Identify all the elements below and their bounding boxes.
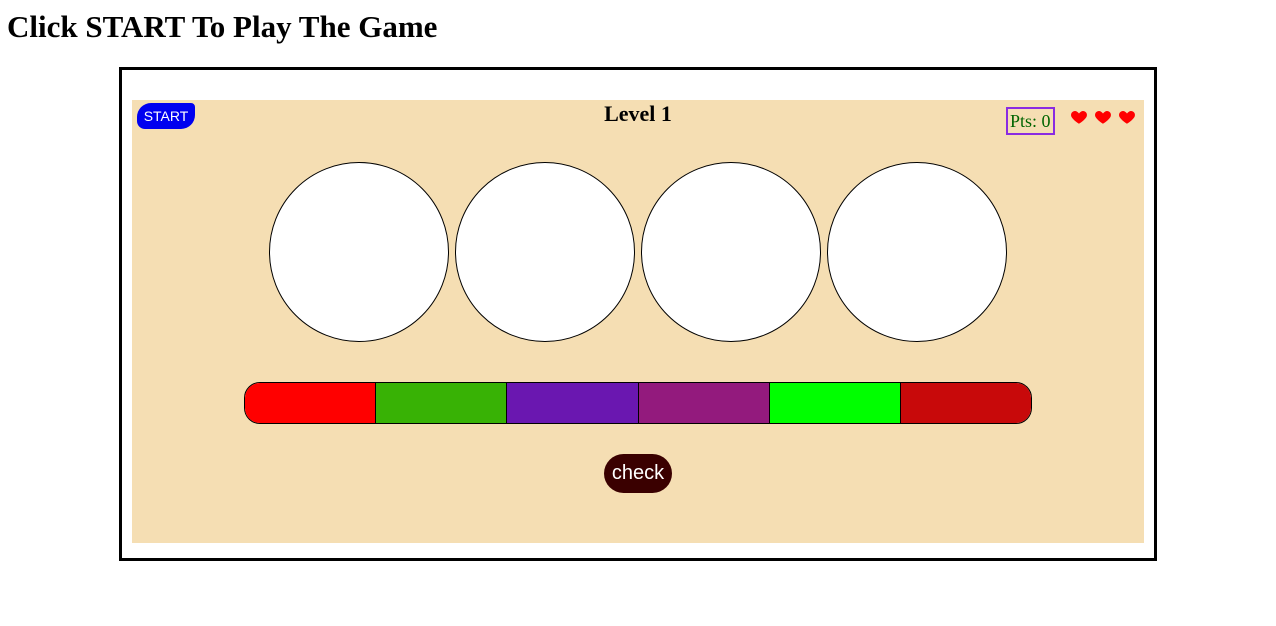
- heart-icon: [1095, 111, 1111, 124]
- palette-color-purple[interactable]: [507, 383, 639, 423]
- guess-slot-3[interactable]: [641, 162, 821, 342]
- guess-slot-4[interactable]: [827, 162, 1007, 342]
- heart-icon: [1119, 111, 1135, 124]
- palette-color-magenta[interactable]: [638, 383, 770, 423]
- heart-icon: [1071, 111, 1087, 124]
- palette-color-dark-red[interactable]: [900, 383, 1031, 423]
- game-board: START Level 1 Pts: 0 check: [132, 100, 1144, 543]
- check-button[interactable]: check: [604, 454, 672, 493]
- guess-slots: [269, 162, 1015, 344]
- color-palette: [244, 382, 1032, 424]
- guess-slot-1[interactable]: [269, 162, 449, 342]
- game-frame: START Level 1 Pts: 0 check: [119, 67, 1157, 561]
- palette-color-green[interactable]: [376, 383, 508, 423]
- level-title: Level 1: [604, 101, 672, 126]
- page-heading: Click START To Play The Game: [7, 9, 438, 44]
- lives-display: [1070, 108, 1136, 128]
- points-display: Pts: 0: [1006, 107, 1055, 135]
- guess-slot-2[interactable]: [455, 162, 635, 342]
- palette-color-lime[interactable]: [769, 383, 901, 423]
- palette-color-red[interactable]: [245, 383, 377, 423]
